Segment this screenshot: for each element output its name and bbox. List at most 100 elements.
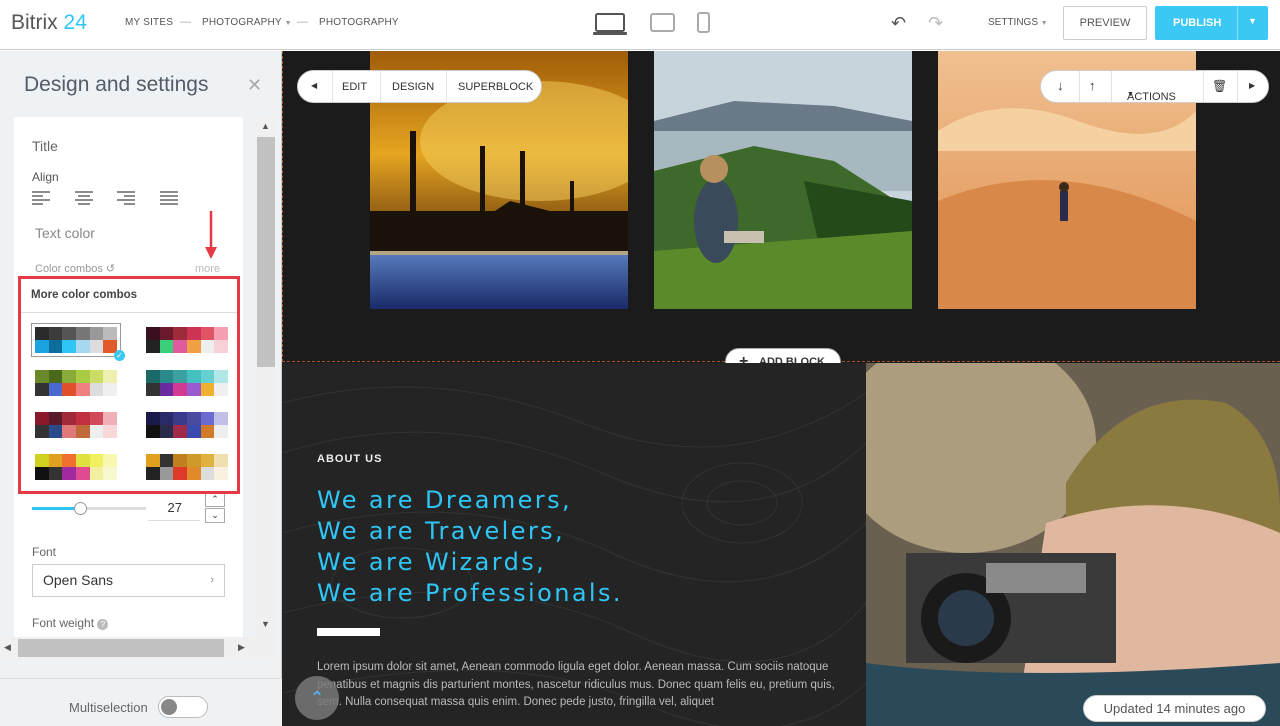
settings-label: SETTINGS <box>988 17 1039 28</box>
swatch-cell <box>35 327 49 340</box>
chevron-down-icon[interactable]: ▼ <box>1248 16 1257 26</box>
design-button[interactable]: DESIGN <box>392 81 434 93</box>
swatch-cell <box>187 383 201 396</box>
help-icon[interactable]: ? <box>97 619 109 630</box>
swatch-cell <box>35 425 49 438</box>
swatch-cell <box>159 327 174 340</box>
about-us-kicker: ABOUT US <box>317 453 383 465</box>
desktop-icon[interactable] <box>593 12 627 36</box>
tagline-line: We are Travelers, <box>317 517 566 545</box>
scrollbar-thumb[interactable] <box>18 639 224 657</box>
color-combo-swatch[interactable] <box>35 412 117 438</box>
settings-button[interactable]: SETTINGS ▼ <box>988 17 1048 28</box>
gallery-block[interactable]: ◀ EDIT DESIGN SUPERBLOCK ↓ ↑ ACTIONS ▼ 🗑… <box>282 51 1280 362</box>
move-down-icon[interactable]: ↓ <box>1057 78 1064 93</box>
publish-button[interactable]: PUBLISH ▼ <box>1155 6 1268 40</box>
swatch-cell <box>48 412 63 425</box>
multiselection-toggle[interactable] <box>158 696 208 718</box>
color-combos-text: Color combos <box>35 263 103 275</box>
swatch-cell <box>159 425 174 438</box>
color-combo-swatch[interactable] <box>146 412 228 438</box>
breadcrumb-separator: — <box>180 16 191 28</box>
redo-icon[interactable]: ↷ <box>928 13 943 34</box>
align-justify-icon[interactable] <box>160 191 178 205</box>
red-arrow-annotation <box>205 211 217 259</box>
color-combo-swatch[interactable] <box>146 454 228 480</box>
block-actions-toolbar: ↓ ↑ ACTIONS ▼ 🗑 ▶ <box>1040 70 1269 103</box>
swatch-cell <box>35 340 49 353</box>
swatch-cell <box>146 467 160 480</box>
swatch-cell <box>76 370 90 383</box>
swatch-cell <box>214 467 228 480</box>
updated-status: Updated 14 minutes ago <box>1083 695 1266 722</box>
scroll-up-icon[interactable]: ▲ <box>261 121 270 131</box>
color-combo-swatch[interactable] <box>35 454 117 480</box>
swatch-cell <box>146 383 160 396</box>
close-icon[interactable]: ✕ <box>247 75 262 96</box>
preview-button[interactable]: PREVIEW <box>1063 6 1147 40</box>
scroll-to-top-button[interactable]: ⌃ <box>295 676 339 720</box>
trash-icon[interactable]: 🗑 <box>1212 79 1227 93</box>
align-left-icon[interactable] <box>32 191 50 205</box>
color-combo-swatch[interactable] <box>146 327 228 353</box>
mobile-icon[interactable] <box>697 12 711 34</box>
color-combos-popup: More color combos ✓ <box>18 276 240 494</box>
actions-label: ACTIONS <box>1127 91 1176 103</box>
scroll-left-icon[interactable]: ◀ <box>4 642 11 653</box>
chevron-left-icon[interactable]: ◀ <box>311 81 317 90</box>
swatch-cell <box>173 454 187 467</box>
swatch-cell <box>103 412 117 425</box>
swatch-cell <box>146 425 160 438</box>
swatch-cell <box>159 370 174 383</box>
swatch-cell <box>187 412 201 425</box>
stepper-down-icon[interactable]: ⌄ <box>205 508 225 523</box>
coast-hiker-photo <box>654 51 912 309</box>
superblock-button[interactable]: SUPERBLOCK <box>458 81 533 93</box>
color-combo-swatch[interactable] <box>31 323 121 357</box>
color-combo-swatch[interactable] <box>35 370 117 396</box>
font-weight-label: Font weight ? <box>32 616 109 630</box>
scroll-right-icon[interactable]: ▶ <box>238 642 245 653</box>
swatch-cell <box>159 383 174 396</box>
swatch-cell <box>103 370 117 383</box>
breadcrumb-my-sites[interactable]: MY SITES <box>125 17 173 28</box>
edit-button[interactable]: EDIT <box>342 81 367 93</box>
selected-check-icon: ✓ <box>114 350 125 361</box>
size-value-input[interactable]: 27 <box>148 495 200 521</box>
scrollbar-thumb[interactable] <box>257 137 275 367</box>
divider <box>1237 71 1238 102</box>
swatch-cell <box>62 454 76 467</box>
more-link[interactable]: more <box>195 263 220 275</box>
page-canvas: ◀ EDIT DESIGN SUPERBLOCK ↓ ↑ ACTIONS ▼ 🗑… <box>282 51 1280 726</box>
bitrix24-logo[interactable]: Bitrix 24 <box>11 11 87 35</box>
swatch-cell <box>35 412 49 425</box>
chevron-right-icon[interactable]: ▶ <box>1249 81 1255 90</box>
scroll-down-icon[interactable]: ▼ <box>261 619 270 629</box>
undo-icon[interactable]: ↶ <box>891 13 906 34</box>
about-us-block[interactable]: ABOUT US We are Dreamers, We are Travele… <box>282 363 866 726</box>
color-combo-swatch[interactable] <box>146 370 228 396</box>
align-right-icon[interactable] <box>117 191 135 205</box>
reset-icon[interactable]: ↺ <box>106 263 115 275</box>
swatch-cell <box>159 412 174 425</box>
panel-vertical-scrollbar[interactable]: ▲ ▼ <box>256 117 276 637</box>
swatch-cell <box>173 425 187 438</box>
chevron-down-icon: ▼ <box>284 20 292 27</box>
breadcrumb-separator: — <box>297 16 308 28</box>
breadcrumb-page[interactable]: PHOTOGRAPHY <box>319 17 399 28</box>
divider <box>1111 71 1112 102</box>
swatch-cell <box>173 370 187 383</box>
font-select[interactable]: Open Sans › <box>32 564 225 597</box>
swatch-cell <box>214 370 228 383</box>
move-up-icon[interactable]: ↑ <box>1089 78 1096 93</box>
swatch-cell <box>35 454 49 467</box>
tablet-icon[interactable] <box>650 12 676 34</box>
swatch-cell <box>159 340 174 353</box>
align-center-icon[interactable] <box>75 191 93 205</box>
stepper-up-icon[interactable]: ⌃ <box>205 492 225 507</box>
panel-horizontal-scrollbar[interactable]: ◀ ▶ <box>0 637 276 659</box>
size-slider-handle[interactable] <box>74 502 87 515</box>
chevron-down-icon: ▼ <box>1127 91 1134 98</box>
swatch-cell <box>62 383 76 396</box>
breadcrumb-site[interactable]: PHOTOGRAPHY ▼ <box>202 17 292 28</box>
